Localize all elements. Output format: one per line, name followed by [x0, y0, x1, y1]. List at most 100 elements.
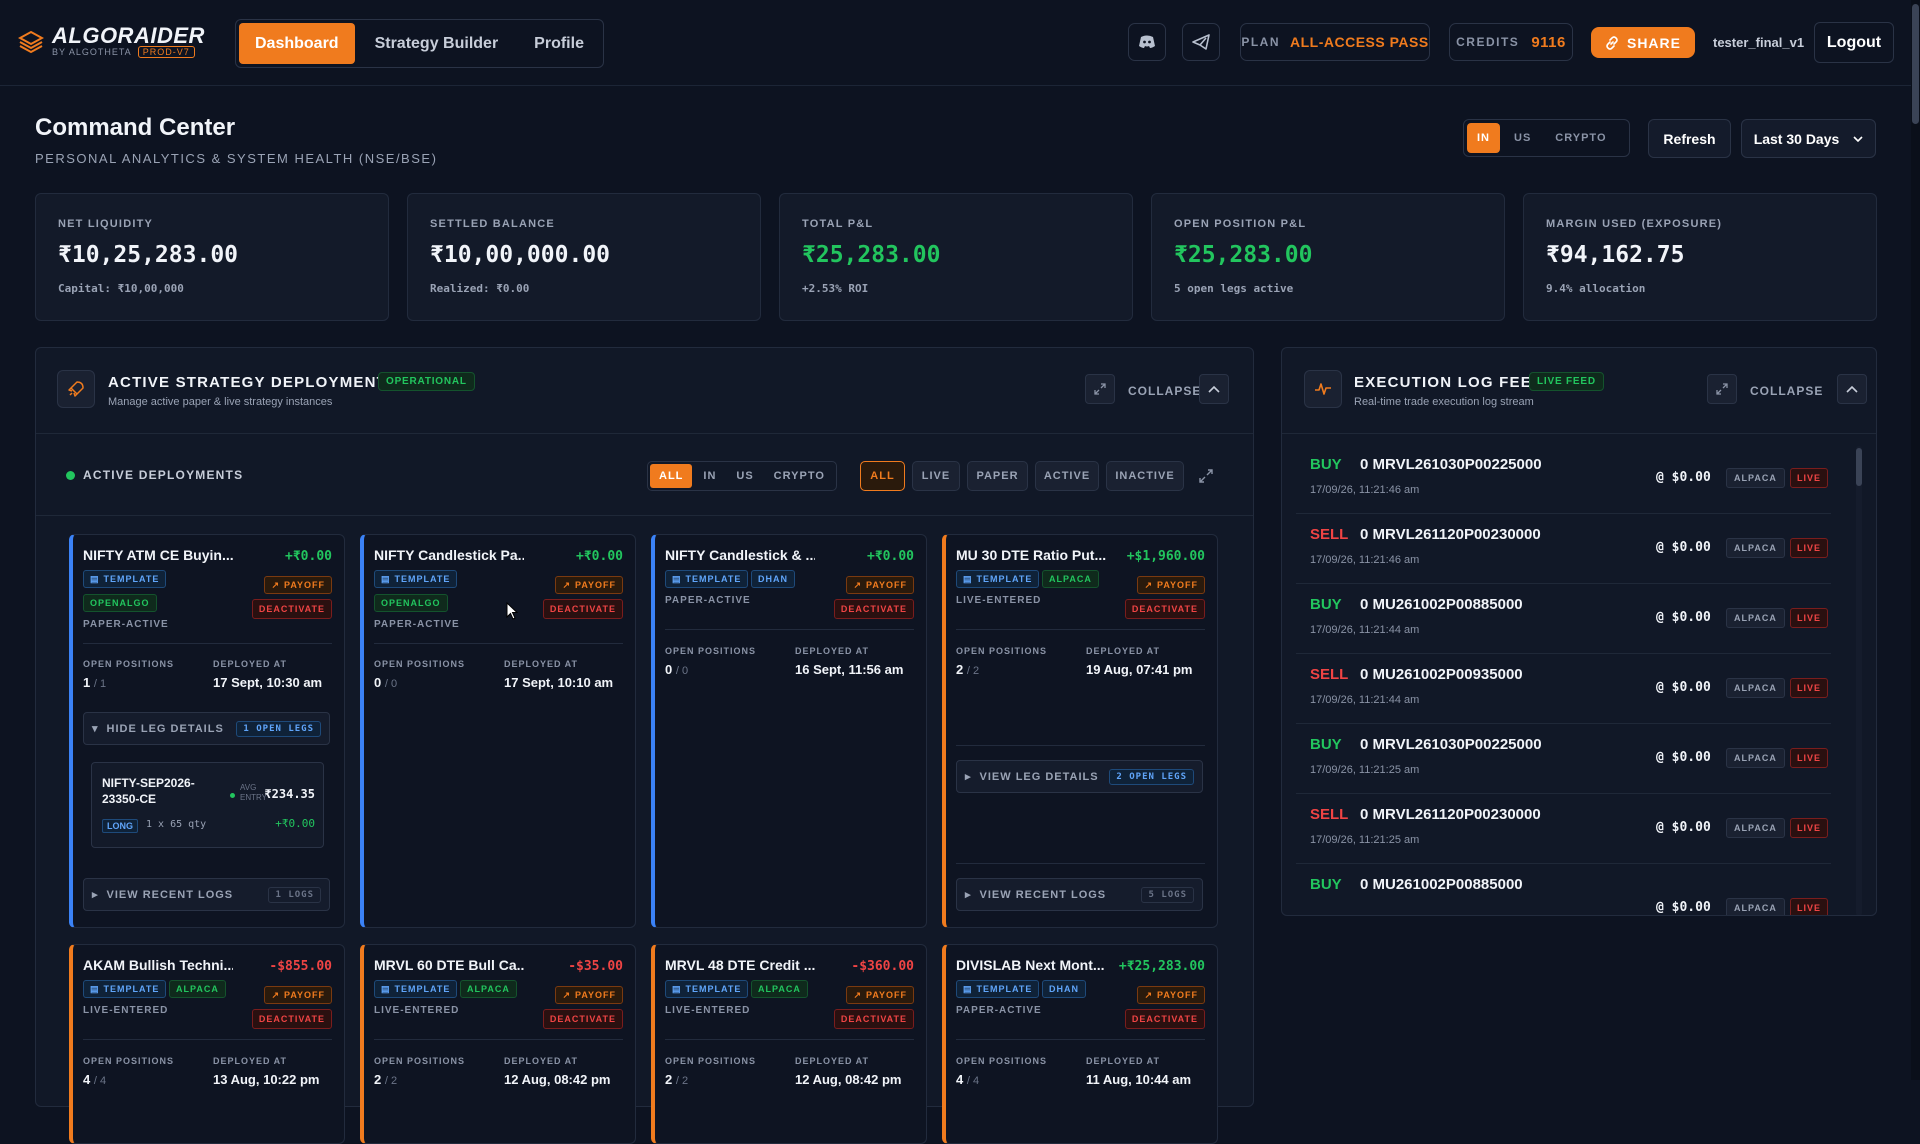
log-time: 17/09/26, 11:21:46 am	[1310, 554, 1420, 566]
strategy-name: AKAM Bullish Techni...	[83, 957, 233, 973]
log-mode: LIVE	[1790, 898, 1829, 915]
activity-icon	[1304, 370, 1342, 408]
payoff-button[interactable]: ↗ PAYOFF	[555, 576, 623, 594]
log-side: SELL	[1310, 806, 1349, 823]
log-time: 17/09/26, 11:21:46 am	[1310, 484, 1420, 496]
region-crypto[interactable]: CRYPTO	[1545, 123, 1616, 153]
collapse-label[interactable]: COLLAPSE	[1128, 384, 1201, 398]
app-logo[interactable]: ALGORAIDER BY ALGOTHETA PROD-V7	[18, 25, 205, 58]
payoff-button[interactable]: ↗ PAYOFF	[846, 576, 914, 594]
open-count: 2	[956, 662, 964, 677]
fullscreen-icon[interactable]	[1198, 468, 1214, 489]
stat-sub: 5 open legs active	[1174, 282, 1294, 295]
deactivate-button[interactable]: DEACTIVATE	[1124, 599, 1205, 619]
log-broker: ALPACA	[1726, 468, 1785, 488]
log-entry[interactable]: SELL 0 MRVL261120P00230000 17/09/26, 11:…	[1296, 514, 1831, 584]
strategy-card[interactable]: MRVL 48 DTE Credit ... -$360.00 ▤ TEMPLAT…	[651, 944, 927, 1144]
filter-mode-inactive[interactable]: INACTIVE	[1106, 461, 1184, 491]
filter-region-in[interactable]: IN	[694, 464, 725, 488]
collapse-button[interactable]	[1837, 374, 1867, 404]
region-us[interactable]: US	[1504, 123, 1541, 153]
open-positions-label: OPEN POSITIONS	[374, 659, 466, 669]
strategy-card[interactable]: NIFTY Candlestick & ... +₹0.00 ▤ TEMPLATE…	[651, 534, 927, 928]
deployed-at-value: 17 Sept, 10:10 am	[504, 675, 614, 690]
payoff-button[interactable]: ↗ PAYOFF	[1137, 576, 1205, 594]
view-recent-logs-button[interactable]: ▸ VIEW RECENT LOGS 1 LOGS	[83, 878, 330, 911]
log-entry[interactable]: BUY 0 MRVL261030P00225000 17/09/26, 11:2…	[1296, 444, 1831, 514]
view-leg-details-button[interactable]: ▸ VIEW LEG DETAILS 2 OPEN LEGS	[956, 760, 1203, 793]
deployed-at-label: DEPLOYED AT	[504, 1056, 579, 1066]
deactivate-button[interactable]: DEACTIVATE	[542, 1009, 623, 1029]
strategy-card[interactable]: MU 30 DTE Ratio Put... +$1,960.00 ▤ TEMPL…	[942, 534, 1218, 928]
region-in[interactable]: IN	[1467, 123, 1500, 153]
hide-leg-details-button[interactable]: ▾ HIDE LEG DETAILS 1 OPEN LEGS	[83, 712, 330, 745]
deactivate-button[interactable]: DEACTIVATE	[833, 1009, 914, 1029]
deployed-at-label: DEPLOYED AT	[504, 659, 579, 669]
date-range-select[interactable]: Last 30 Days	[1741, 119, 1876, 158]
plan-pill[interactable]: PLAN ALL-ACCESS PASS	[1240, 23, 1430, 61]
filter-mode-live[interactable]: LIVE	[912, 461, 960, 491]
deactivate-button[interactable]: DEACTIVATE	[251, 599, 332, 619]
deactivate-button[interactable]: DEACTIVATE	[833, 599, 914, 619]
strategy-card[interactable]: NIFTY ATM CE Buyin... +₹0.00 ▤ TEMPLATE ↗…	[69, 534, 345, 928]
strategy-card[interactable]: AKAM Bullish Techni... -$855.00 ▤ TEMPLAT…	[69, 944, 345, 1144]
strategy-name: NIFTY Candlestick Pa...	[374, 547, 524, 563]
filter-region-crypto[interactable]: CRYPTO	[765, 464, 834, 488]
log-price: @ $0.00	[1656, 540, 1711, 555]
payoff-button[interactable]: ↗ PAYOFF	[555, 986, 623, 1004]
deactivate-button[interactable]: DEACTIVATE	[251, 1009, 332, 1029]
view-recent-logs-button[interactable]: ▸ VIEW RECENT LOGS 5 LOGS	[956, 878, 1203, 911]
page-scrollbar[interactable]	[1911, 0, 1920, 1080]
deactivate-button[interactable]: DEACTIVATE	[542, 599, 623, 619]
log-entry[interactable]: SELL 0 MU261002P00935000 17/09/26, 11:21…	[1296, 654, 1831, 724]
telegram-button[interactable]	[1182, 23, 1220, 61]
log-price: @ $0.00	[1656, 680, 1711, 695]
log-symbol: 0 MU261002P00885000	[1360, 596, 1523, 613]
log-entry[interactable]: BUY 0 MRVL261030P00225000 17/09/26, 11:2…	[1296, 724, 1831, 794]
strategy-card[interactable]: MRVL 60 DTE Bull Ca... -$35.00 ▤ TEMPLATE…	[360, 944, 636, 1144]
logout-button[interactable]: Logout	[1814, 22, 1894, 63]
stat-label: OPEN POSITION P&L	[1174, 218, 1307, 230]
credits-pill[interactable]: CREDITS 9116	[1449, 23, 1573, 61]
log-scrollbar-thumb[interactable]	[1856, 448, 1862, 486]
expand-button[interactable]	[1085, 374, 1115, 404]
stat-label: SETTLED BALANCE	[430, 218, 555, 230]
tab-profile[interactable]: Profile	[518, 23, 600, 64]
payoff-button[interactable]: ↗ PAYOFF	[846, 986, 914, 1004]
log-entry[interactable]: BUY 0 MU261002P00885000 @ $0.00 ALPACA L…	[1296, 864, 1831, 915]
log-time: 17/09/26, 11:21:25 am	[1310, 834, 1420, 846]
discord-button[interactable]	[1128, 23, 1166, 61]
filter-region-all[interactable]: ALL	[650, 464, 693, 488]
strategy-card[interactable]: NIFTY Candlestick Pa... +₹0.00 ▤ TEMPLATE…	[360, 534, 636, 928]
payoff-button[interactable]: ↗ PAYOFF	[264, 986, 332, 1004]
refresh-button[interactable]: Refresh	[1648, 119, 1731, 158]
file-icon: ▤	[672, 573, 682, 584]
caret-right-icon: ▸	[965, 889, 972, 901]
tab-dashboard[interactable]: Dashboard	[239, 23, 355, 64]
tab-strategy-builder[interactable]: Strategy Builder	[359, 23, 515, 64]
open-legs-count: 2 OPEN LEGS	[1109, 768, 1194, 785]
log-entry[interactable]: SELL 0 MRVL261120P00230000 17/09/26, 11:…	[1296, 794, 1831, 864]
file-icon: ▤	[963, 573, 973, 584]
expand-button[interactable]	[1707, 374, 1737, 404]
filter-mode-active[interactable]: ACTIVE	[1035, 461, 1099, 491]
collapse-button[interactable]	[1199, 374, 1229, 404]
page-scrollbar-thumb[interactable]	[1912, 4, 1919, 124]
section-label: ACTIVE DEPLOYMENTS	[83, 468, 244, 482]
strategy-card[interactable]: DIVISLAB Next Mont... +₹25,283.00 ▤ TEMPL…	[942, 944, 1218, 1144]
log-mode: LIVE	[1790, 468, 1829, 488]
filter-mode-all[interactable]: ALL	[860, 461, 905, 491]
payoff-button[interactable]: ↗ PAYOFF	[264, 576, 332, 594]
log-scrollbar[interactable]	[1856, 446, 1862, 915]
payoff-button[interactable]: ↗ PAYOFF	[1137, 986, 1205, 1004]
filter-mode-paper[interactable]: PAPER	[967, 461, 1028, 491]
deployed-at-label: DEPLOYED AT	[213, 1056, 288, 1066]
log-entry[interactable]: BUY 0 MU261002P00885000 17/09/26, 11:21:…	[1296, 584, 1831, 654]
region-toggle: IN US CRYPTO	[1463, 119, 1630, 157]
template-label: TEMPLATE	[103, 984, 160, 994]
deactivate-button[interactable]: DEACTIVATE	[1124, 1009, 1205, 1029]
collapse-label[interactable]: COLLAPSE	[1750, 384, 1823, 398]
filter-region-us[interactable]: US	[727, 464, 762, 488]
share-button[interactable]: SHARE	[1591, 27, 1695, 58]
open-positions-label: OPEN POSITIONS	[956, 1056, 1048, 1066]
